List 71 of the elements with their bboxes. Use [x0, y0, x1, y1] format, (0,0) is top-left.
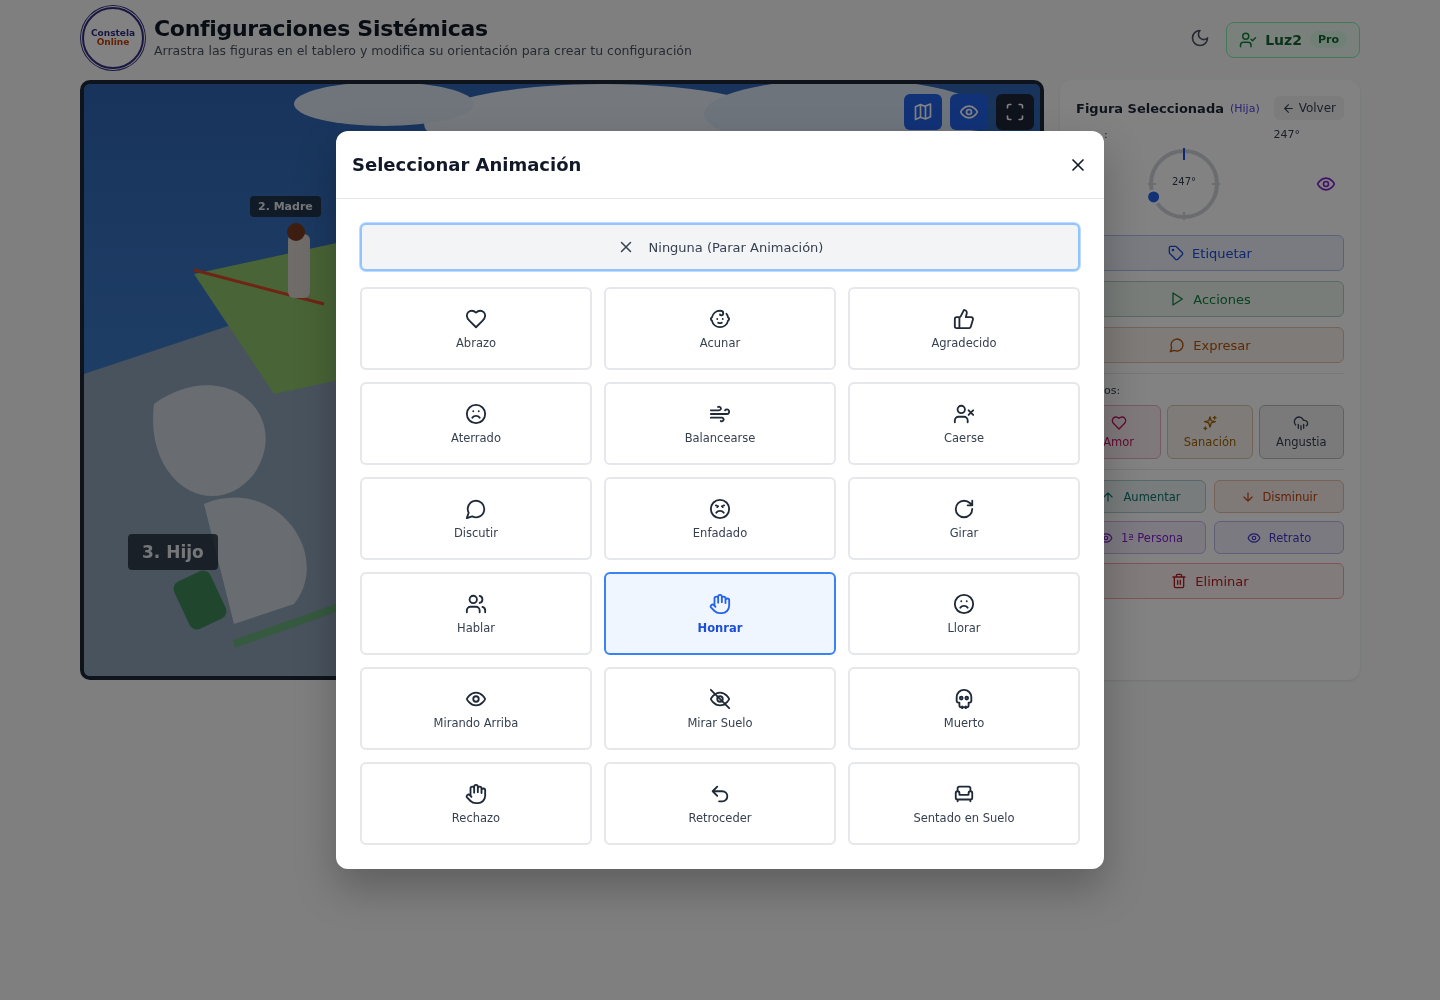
- view-toggle-button[interactable]: [904, 94, 942, 130]
- map-icon: [913, 102, 933, 122]
- rotate-icon: [953, 497, 975, 520]
- animation-option[interactable]: Mirar Suelo: [604, 667, 836, 750]
- rotation-value: 247°: [1273, 128, 1300, 141]
- animation-option[interactable]: Llorar: [848, 572, 1080, 655]
- logo-text: Constela: [90, 29, 136, 38]
- logo-text: Online: [96, 38, 130, 47]
- animation-option[interactable]: Discutir: [360, 477, 592, 560]
- thumbs-up-icon: [953, 307, 975, 330]
- animation-option[interactable]: Mirando Arriba: [360, 667, 592, 750]
- hand-icon: [709, 592, 731, 615]
- page-subtitle: Arrastra las figuras en el tablero y modifica su orientación para crear tu configuración: [154, 43, 693, 58]
- animation-option[interactable]: Honrar: [604, 572, 836, 655]
- baby-face-icon: [709, 307, 731, 330]
- animation-option[interactable]: Hablar: [360, 572, 592, 655]
- arrow-down-icon: [1240, 489, 1255, 504]
- skull-icon: [953, 687, 975, 710]
- eye-icon[interactable]: [1316, 174, 1336, 194]
- user-button[interactable]: Luz2 Pro: [1226, 21, 1360, 58]
- page-title: Configuraciones Sistémicas: [154, 16, 489, 41]
- no-animation-button[interactable]: Ninguna (Parar Animación): [360, 223, 1080, 271]
- arrow-left-icon: [1281, 101, 1295, 115]
- arrow-up-icon: [1101, 489, 1116, 504]
- user-x-icon: [953, 402, 975, 425]
- heart-icon: [1110, 415, 1127, 431]
- section-label: os:: [1103, 384, 1122, 397]
- tag-icon: [1168, 245, 1185, 261]
- figure-label: 2. Madre: [250, 196, 321, 217]
- action-button[interactable]: Angustia: [1258, 405, 1344, 459]
- sparkles-icon: [1202, 415, 1218, 431]
- animation-option[interactable]: Enfadado: [604, 477, 836, 560]
- animation-option[interactable]: Muerto: [848, 667, 1080, 750]
- animation-option[interactable]: Sentado en Suelo: [848, 762, 1080, 845]
- plan-badge: Pro: [1309, 31, 1347, 48]
- user-check-icon: [1239, 30, 1258, 49]
- frown-icon: [953, 592, 975, 615]
- play-icon: [1169, 291, 1186, 307]
- fullscreen-icon: [1005, 102, 1025, 122]
- animation-option[interactable]: Balancearse: [604, 382, 836, 465]
- animation-option[interactable]: Retroceder: [604, 762, 836, 845]
- animation-option[interactable]: Abrazo: [360, 287, 592, 370]
- animation-option[interactable]: Caerse: [848, 382, 1080, 465]
- rain-cloud-icon: [1293, 415, 1310, 431]
- users-icon: [465, 592, 487, 615]
- eye-icon: [959, 102, 979, 122]
- animation-option[interactable]: Rechazo: [360, 762, 592, 845]
- frown-icon: [465, 402, 487, 425]
- panel-title: Figura Seleccionada: [1076, 100, 1224, 116]
- figure-role: (Hija): [1229, 101, 1261, 115]
- eye-slash-icon: [709, 687, 731, 710]
- angry-face-icon: [709, 497, 731, 520]
- dial-reading: 247°: [1170, 176, 1198, 187]
- view-toggle-button[interactable]: [950, 94, 988, 130]
- animation-option[interactable]: Girar: [848, 477, 1080, 560]
- view-toggle-button[interactable]: [996, 94, 1034, 130]
- animation-option[interactable]: Agradecido: [848, 287, 1080, 370]
- trash-icon: [1171, 573, 1188, 589]
- hand-icon: [465, 782, 487, 805]
- speech-bubble-icon: [1169, 337, 1186, 353]
- speech-bubble-icon: [465, 497, 487, 520]
- animation-option[interactable]: Acunar: [604, 287, 836, 370]
- eye-icon: [1246, 530, 1261, 545]
- dialog-title: Seleccionar Animación: [352, 154, 583, 175]
- animation-option[interactable]: Aterrado: [360, 382, 592, 465]
- back-button[interactable]: Volver: [1273, 96, 1344, 120]
- user-name: Luz2: [1265, 31, 1302, 48]
- figure-label: 3. Hijo: [128, 534, 218, 570]
- field-label: :: [1104, 128, 1108, 141]
- heart-icon: [465, 307, 487, 330]
- theme-toggle-icon[interactable]: [1190, 28, 1211, 48]
